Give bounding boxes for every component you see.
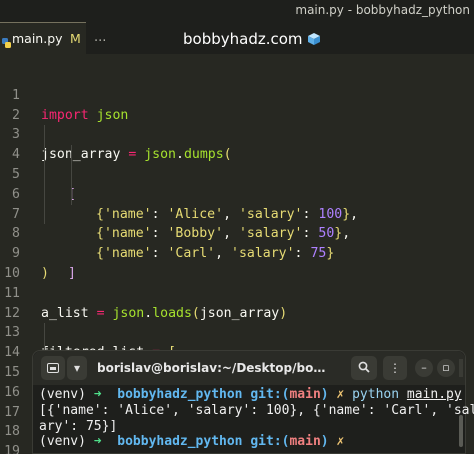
maximize-icon: ▫ (442, 361, 450, 374)
close-button[interactable] (459, 359, 463, 377)
prompt-branch: main (289, 387, 321, 402)
dirty-marker: ✗ (336, 434, 345, 450)
venv-label: (venv) (39, 387, 86, 402)
cube-icon (307, 32, 321, 50)
tab-bar: main.py M ... bobbyhadz.com (0, 22, 474, 54)
menu-button[interactable]: ⋮ (383, 356, 407, 380)
code-line: 8 ] (0, 204, 474, 281)
kebab-menu-icon: ⋮ (389, 361, 401, 375)
prompt-git: git:( (250, 434, 290, 450)
code-line: 12 (0, 284, 474, 321)
prompt-branch: main (289, 434, 321, 450)
search-button[interactable] (351, 356, 377, 380)
tab-dropdown-button[interactable]: ▾ (67, 356, 87, 380)
more-actions-icon[interactable]: ... (94, 30, 106, 45)
minimize-button[interactable]: – (415, 359, 433, 377)
terminal-output[interactable]: (venv) ➜ bobbyhadz_python git:(main) ✗ p… (39, 387, 474, 450)
terminal-line: ary': 75}] (39, 418, 118, 434)
code-line: 14 dictionary for dictionary in a_list (0, 323, 474, 400)
tab-filename: main.py (12, 31, 63, 46)
tab-main-py[interactable]: main.py M (0, 22, 86, 54)
code-line: 3 json_array = json.dumps( (0, 106, 474, 162)
new-terminal-tab-button[interactable] (41, 356, 65, 380)
terminal-tab-icon (47, 361, 59, 375)
prompt-git-close: ) (320, 434, 329, 450)
code-line: 9 ) (0, 224, 474, 281)
chevron-down-icon: ▾ (73, 361, 81, 375)
code-line: 2 (0, 86, 474, 123)
terminal-line: (venv) ➜ bobbyhadz_python git:(main) ✗ p… (39, 387, 462, 403)
code-line: 13 filtered_list = [ (0, 304, 474, 360)
code-line: 4 [ (0, 125, 474, 202)
prompt-directory: bobbyhadz_python (117, 434, 243, 450)
code-line: 1 import json (0, 66, 474, 123)
prompt-git-close: ) (320, 387, 329, 402)
terminal-line: [{'name': 'Alice', 'salary': 100}, {'nam… (39, 402, 474, 418)
brand-text: bobbyhadz.com (183, 30, 303, 48)
minimize-icon: – (421, 361, 427, 374)
title-bar: main.py - bobbyhadz_python (0, 0, 474, 22)
search-icon (358, 361, 370, 375)
prompt-arrow: ➜ (93, 387, 102, 402)
code-line: 5 {'name': 'Alice', 'salary': 100}, (0, 145, 474, 222)
line-number: 19 (4, 444, 20, 454)
code-line: 10 (0, 244, 474, 281)
window-title: main.py - bobbyhadz_python (295, 3, 470, 17)
prompt-arrow: ➜ (93, 434, 102, 450)
python-file-icon (2, 33, 11, 52)
maximize-button[interactable]: ▫ (437, 359, 455, 377)
terminal-line: (venv) ➜ bobbyhadz_python git:(main) ✗ (39, 434, 459, 450)
prompt-directory: bobbyhadz_python (117, 387, 243, 402)
modified-indicator: M (70, 31, 81, 46)
code-line: 7 {'name': 'Carl', 'salary': 75} (0, 184, 474, 261)
terminal-scrollbar[interactable] (459, 415, 463, 447)
venv-label: (venv) (39, 434, 86, 450)
code-line: 11 a_list = json.loads(json_array) (0, 264, 474, 321)
code-line: 6 {'name': 'Bobby', 'salary': 50}, (0, 164, 474, 241)
terminal-window[interactable]: ▾ borislav@borislav:~/Desktop/bobbyhadz_… (32, 350, 474, 454)
command: python (352, 387, 400, 402)
terminal-header: ▾ borislav@borislav:~/Desktop/bobbyhadz_… (33, 351, 465, 385)
dirty-marker: ✗ (336, 387, 345, 402)
prompt-git: git:( (250, 387, 290, 402)
brand-watermark: bobbyhadz.com (183, 30, 321, 50)
command-argument: main.py (406, 387, 462, 402)
terminal-title: borislav@borislav:~/Desktop/bobbyhadz_..… (97, 361, 331, 375)
